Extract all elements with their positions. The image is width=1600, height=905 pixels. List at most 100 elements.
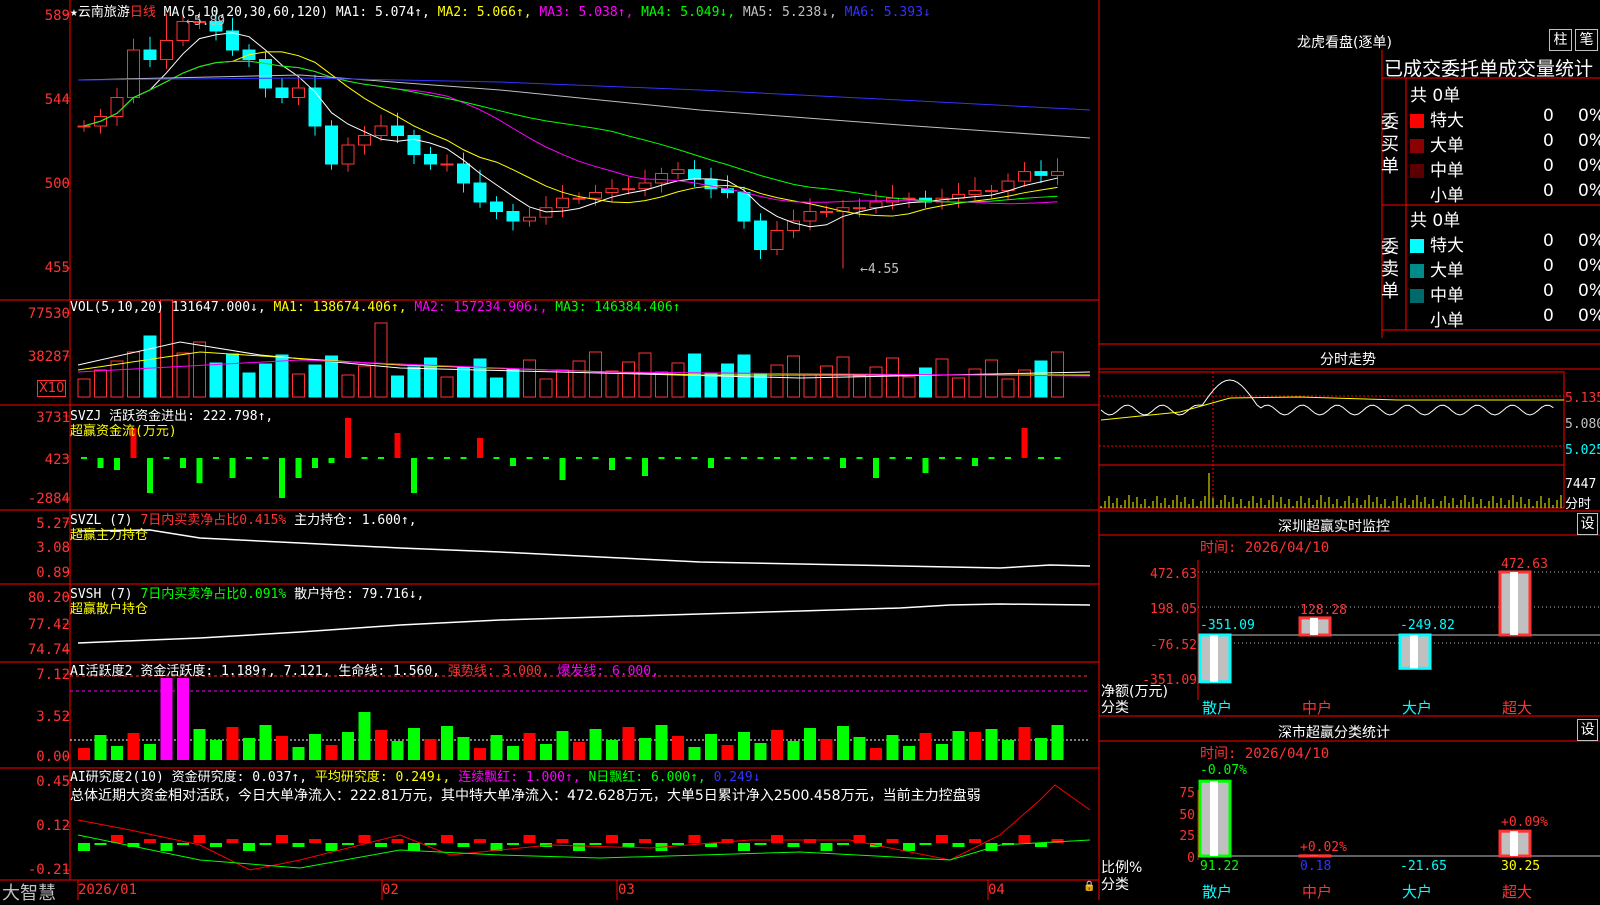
activity-bar — [953, 731, 965, 760]
volume-bar-up — [375, 323, 387, 397]
volume-bar-up — [606, 371, 618, 397]
order-type-label: 中单 — [1430, 286, 1464, 306]
flow-bar-out — [312, 458, 318, 468]
activity-bar — [425, 739, 437, 760]
volume-bar-up — [936, 359, 948, 397]
research-bar — [375, 843, 387, 847]
research-bar — [507, 843, 519, 845]
vol-ytick: 38287 — [28, 349, 70, 365]
candle-down — [507, 212, 519, 222]
candle-up — [128, 50, 140, 98]
activity-bar — [1019, 727, 1031, 760]
activity-bar — [111, 746, 123, 760]
bar-view-button[interactable]: 柱 — [1549, 29, 1572, 51]
flow-bar — [164, 457, 170, 459]
vol-ma1: MA1: 138674.406↑, — [274, 300, 407, 315]
candle-up — [557, 198, 569, 208]
research-bar — [293, 843, 305, 847]
activity-bar — [672, 736, 684, 760]
vol-ma2: MA2: 157234.906↓, — [414, 300, 547, 315]
research-bar — [573, 843, 585, 851]
high-marker-value: 5.89 — [194, 14, 225, 29]
research-bar — [755, 843, 767, 845]
vol-header: VOL(5,10,20) 131647.000↓, MA1: 138674.40… — [70, 300, 681, 315]
candle-down — [408, 136, 420, 155]
candle-up — [342, 145, 354, 164]
ma6-value: MA6: 5.393↓ — [845, 5, 931, 20]
research-bar — [738, 843, 750, 851]
buy-total: 共 0单 — [1410, 81, 1460, 106]
volume-bar-up — [194, 342, 206, 397]
chart-period[interactable]: 日线 — [130, 5, 156, 20]
volume-bar-up — [573, 361, 585, 397]
activity-bar — [903, 746, 915, 760]
research-bar — [986, 843, 998, 851]
activity-bar — [689, 747, 701, 760]
candle-down — [392, 126, 404, 136]
flow-bar-out — [147, 458, 153, 493]
flow-bar — [428, 457, 434, 459]
volume-bar-down — [227, 354, 239, 397]
classify-bar-highlight — [1210, 781, 1218, 856]
candle-up — [969, 191, 981, 195]
sz-classify-xlabel: 分类 — [1101, 874, 1129, 894]
ai-research-ytick: 0.12 — [36, 818, 70, 834]
research-bar — [227, 839, 239, 843]
flow-bar-out — [296, 458, 302, 478]
order-count: 0 — [1543, 156, 1554, 176]
volume-bar-down — [1035, 361, 1047, 397]
volume-bar-up — [656, 372, 668, 397]
lock-icon[interactable]: 🔒 — [1083, 881, 1095, 892]
legend-swatch — [1410, 289, 1424, 303]
flow-bar-out — [642, 458, 648, 476]
activity-bar — [639, 738, 651, 760]
order-row-buy: 小单 — [1410, 181, 1464, 206]
flow-bar-in — [477, 438, 483, 458]
research-bar — [309, 839, 321, 843]
candle-up — [771, 231, 783, 250]
ai2-ytick: 3.52 — [36, 709, 70, 725]
high-marker: ←5.89 — [186, 14, 225, 29]
ma6-line — [78, 78, 1090, 110]
sz-classify-change-label: +0.09% — [1501, 815, 1548, 830]
stroke-view-button[interactable]: 笔 — [1575, 29, 1598, 51]
legend-swatch — [1410, 314, 1424, 328]
ai2-burst-line: 爆发线: 6.000, — [557, 664, 659, 679]
ma1-value: MA1: 5.074↑, — [336, 5, 430, 20]
research-bar — [672, 843, 684, 845]
sz-classify-change-label: +0.02% — [1300, 840, 1347, 855]
sz-classify-settings-button[interactable]: 设 — [1577, 719, 1598, 741]
activity-bar — [788, 741, 800, 760]
order-count: 0 — [1543, 131, 1554, 151]
volume-bar-up — [953, 378, 965, 397]
intraday-vol-label: 分时 — [1565, 493, 1591, 512]
research-bar — [639, 839, 651, 843]
research-bar — [408, 843, 420, 851]
research-bar — [276, 835, 288, 843]
candle-down — [755, 221, 767, 250]
monitor-bar-highlight — [1410, 635, 1418, 668]
sz-monitor-settings-button[interactable]: 设 — [1577, 513, 1598, 535]
volume-bar-up — [359, 366, 371, 397]
sz-monitor-category: 超大 — [1502, 697, 1532, 718]
volume-bar-up — [969, 369, 981, 397]
candle-down — [425, 155, 437, 165]
dragon-tiger-title: 龙虎看盘(逐单) — [1297, 32, 1392, 52]
research-bar — [837, 843, 849, 845]
flow-bar — [378, 457, 384, 459]
candle-up — [540, 208, 552, 218]
intraday-avg-line — [1101, 397, 1564, 420]
candle-up — [524, 217, 536, 221]
stock-name[interactable]: ★云南旅游 — [70, 5, 130, 20]
research-bar — [194, 835, 206, 843]
research-bar — [95, 843, 107, 845]
volume-bar-up — [672, 363, 684, 397]
legend-swatch — [1410, 189, 1424, 203]
svsh-ytick: 77.42 — [28, 617, 70, 633]
flow-bar-in — [345, 418, 351, 458]
ma5-value: MA5: 5.238↓, — [743, 5, 837, 20]
ai-research-avg: 平均研究度: 0.249↓, — [315, 770, 450, 785]
activity-bar — [293, 747, 305, 760]
ai2-activity: 资金活跃度: 1.189↑, — [140, 664, 275, 679]
ai2-ytick: 0.00 — [36, 749, 70, 765]
